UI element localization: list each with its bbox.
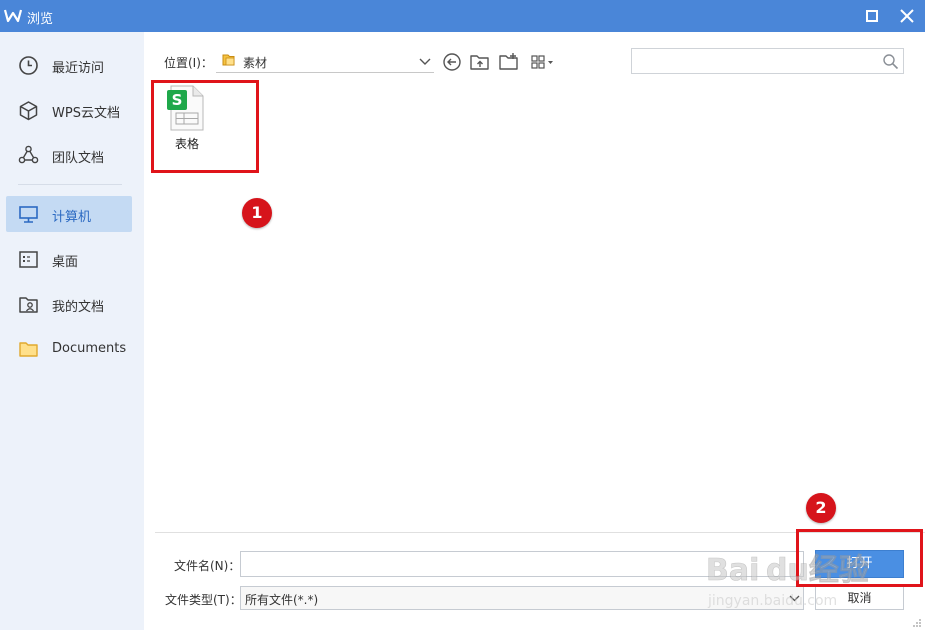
folder-icon	[19, 342, 38, 357]
sidebar-item-label: 最近访问	[52, 61, 105, 76]
clock-icon	[19, 56, 38, 75]
close-icon	[900, 9, 914, 23]
sidebar-item-recent[interactable]: 最近访问	[6, 47, 132, 83]
desktop-icon	[19, 251, 38, 268]
close-button[interactable]	[897, 6, 917, 26]
new-folder-button[interactable]	[498, 51, 520, 73]
sidebar-item-desktop[interactable]: 桌面	[6, 241, 132, 277]
location-value: 素材	[243, 56, 268, 70]
sidebar-item-label: WPS云文档	[52, 106, 120, 121]
my-documents-icon	[19, 297, 38, 313]
cube-icon	[19, 101, 38, 121]
search-field[interactable]	[632, 49, 872, 73]
chevron-down-icon	[789, 595, 800, 602]
team-icon	[18, 145, 39, 164]
sidebar-item-label: 桌面	[52, 255, 79, 270]
view-mode-button[interactable]	[529, 51, 557, 73]
file-browse-dialog: 浏览 最近访问 WPS云文档 团队文档 计算机 桌面 我的文档 Document…	[0, 0, 925, 630]
window-title: 浏览	[27, 12, 54, 27]
resize-grip-icon[interactable]	[912, 618, 922, 628]
folder-icon	[222, 54, 235, 66]
step-badge-1: 1	[242, 198, 272, 228]
sidebar-item-label: 团队文档	[52, 151, 105, 166]
sidebar-item-documents[interactable]: Documents	[6, 331, 132, 367]
title-bar: 浏览	[0, 0, 925, 32]
wps-logo-icon	[4, 9, 22, 23]
monitor-icon	[19, 206, 38, 223]
filename-label: 文件名(N)：	[174, 559, 241, 573]
up-folder-button[interactable]	[469, 51, 491, 73]
back-arrow-icon	[443, 53, 461, 71]
new-folder-icon	[499, 53, 518, 70]
sidebar-item-my-documents[interactable]: 我的文档	[6, 286, 132, 322]
maximize-icon	[866, 10, 878, 22]
search-input[interactable]	[631, 48, 904, 74]
filetype-value: 所有文件(*.*)	[245, 593, 319, 607]
step-badge-2: 2	[806, 493, 836, 523]
up-folder-icon	[470, 55, 489, 70]
sidebar-item-label: Documents	[52, 341, 127, 356]
filetype-label: 文件类型(T)：	[165, 593, 242, 607]
search-icon[interactable]	[882, 53, 899, 70]
sidebar-item-label: 计算机	[52, 210, 92, 225]
sidebar-item-computer[interactable]: 计算机	[6, 196, 132, 232]
location-dropdown[interactable]: 素材	[216, 49, 434, 73]
sidebar-item-wps-cloud[interactable]: WPS云文档	[6, 92, 132, 128]
chevron-down-icon	[419, 58, 431, 65]
sidebar-divider	[18, 184, 122, 185]
location-label: 位置(I)：	[164, 56, 213, 70]
filename-field[interactable]	[240, 551, 804, 577]
back-button[interactable]	[441, 51, 463, 73]
sidebar: 最近访问 WPS云文档 团队文档 计算机 桌面 我的文档 Documents	[0, 32, 144, 630]
sidebar-item-team-docs[interactable]: 团队文档	[6, 137, 132, 173]
grid-view-icon	[531, 55, 553, 69]
highlight-box-open	[796, 529, 923, 587]
filetype-dropdown[interactable]: 所有文件(*.*)	[240, 586, 804, 610]
highlight-box-file	[151, 80, 259, 173]
maximize-button[interactable]	[862, 6, 882, 26]
cancel-button[interactable]: 取消	[815, 586, 904, 610]
sidebar-item-label: 我的文档	[52, 300, 105, 315]
